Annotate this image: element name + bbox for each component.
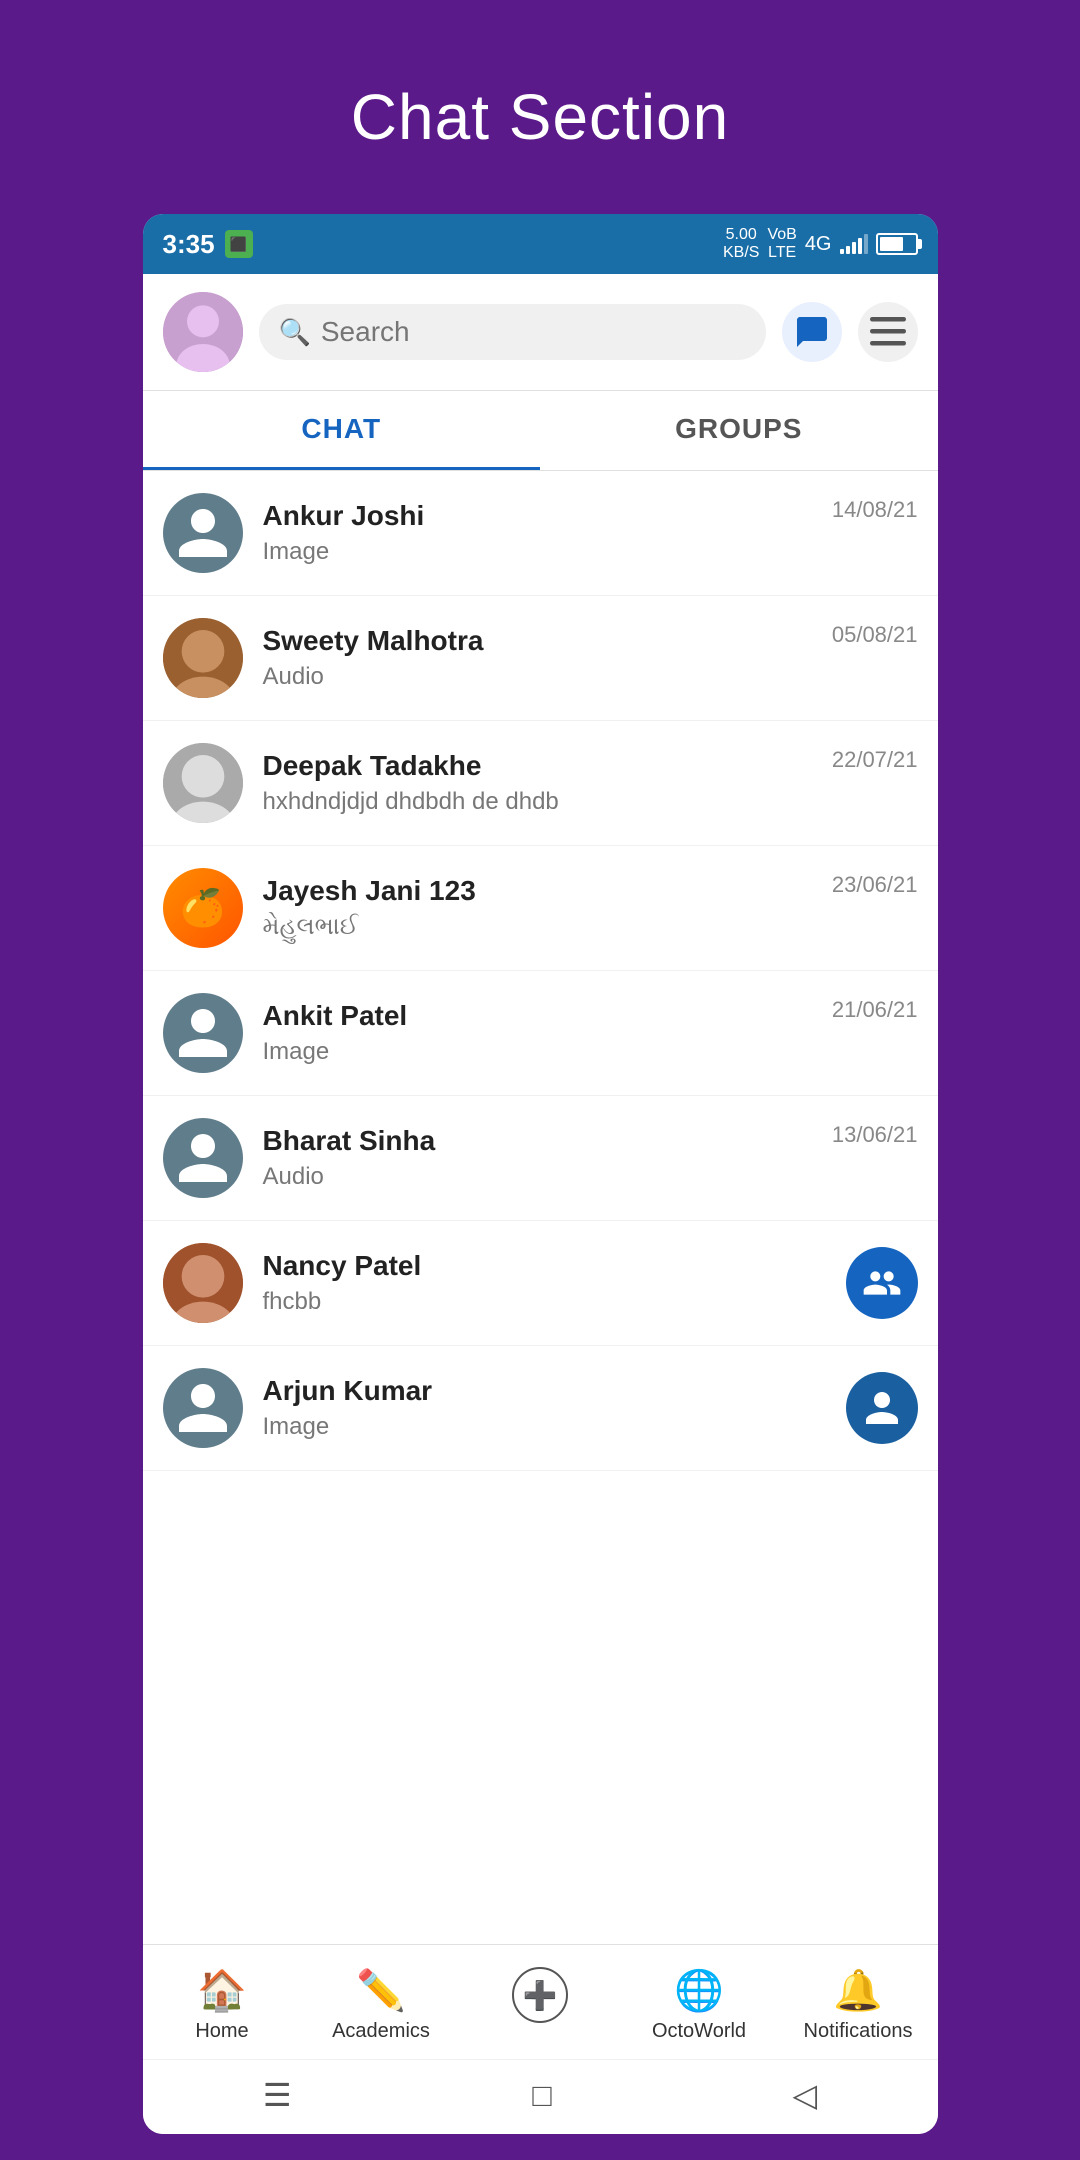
list-item[interactable]: Ankur Joshi Image 14/08/21	[143, 471, 938, 596]
chat-preview: hxhdndjdjd dhdbdh de dhdb	[263, 788, 832, 816]
list-item[interactable]: Sweety Malhotra Audio 05/08/21	[143, 596, 938, 721]
chat-name: Ankit Patel	[263, 1000, 832, 1032]
menu-button[interactable]	[858, 302, 918, 362]
nav-label-notifications: Notifications	[804, 2020, 913, 2043]
network-indicator: VoB LTE	[767, 226, 796, 261]
chat-preview: Image	[263, 538, 832, 566]
nav-label-academics: Academics	[332, 2020, 430, 2043]
nav-item-home[interactable]: 🏠 Home	[143, 1961, 302, 2049]
chat-time: 22/07/21	[832, 747, 918, 773]
avatar	[163, 743, 243, 823]
status-bar: 3:35 ⬛ 5.00 KB/S VoB LTE 4G	[143, 214, 938, 274]
signal-icon	[840, 234, 868, 254]
nav-label-octoworld: OctoWorld	[652, 2020, 746, 2043]
chat-time: 21/06/21	[832, 997, 918, 1023]
octoworld-icon: 🌐	[674, 1967, 724, 2014]
chat-name: Nancy Patel	[263, 1250, 836, 1282]
chat-name: Deepak Tadakhe	[263, 750, 832, 782]
avatar	[163, 1243, 243, 1323]
sys-menu-icon[interactable]: ☰	[263, 2076, 292, 2114]
nav-label-home: Home	[195, 2020, 248, 2043]
chat-info: Bharat Sinha Audio	[263, 1125, 832, 1191]
chat-time: 14/08/21	[832, 497, 918, 523]
chat-time: 13/06/21	[832, 1122, 918, 1148]
avatar	[163, 493, 243, 573]
system-nav-bar: ☰ □ ◁	[143, 2059, 938, 2134]
list-item[interactable]: Deepak Tadakhe hxhdndjdjd dhdbdh de dhdb…	[143, 721, 938, 846]
list-item[interactable]: Arjun Kumar Image	[143, 1346, 938, 1471]
list-item[interactable]: 🍊 Jayesh Jani 123 મેહુલભાઈ 23/06/21	[143, 846, 938, 971]
app-header: 🔍	[143, 274, 938, 391]
list-item[interactable]: Ankit Patel Image 21/06/21	[143, 971, 938, 1096]
tabs-container: CHAT GROUPS	[143, 391, 938, 471]
chat-info: Jayesh Jani 123 મેહુલભાઈ	[263, 875, 832, 941]
speed-indicator: 5.00 KB/S	[723, 226, 759, 261]
avatar[interactable]	[163, 292, 243, 372]
chat-name: Arjun Kumar	[263, 1375, 836, 1407]
chat-name: Bharat Sinha	[263, 1125, 832, 1157]
chat-time: 05/08/21	[832, 622, 918, 648]
chat-info: Ankit Patel Image	[263, 1000, 832, 1066]
tab-groups[interactable]: GROUPS	[540, 391, 938, 470]
chat-preview: Image	[263, 1038, 832, 1066]
nav-item-octoworld[interactable]: 🌐 OctoWorld	[620, 1961, 779, 2049]
chat-list: Ankur Joshi Image 14/08/21 Sweety Malhot…	[143, 471, 938, 1944]
phone-frame: 3:35 ⬛ 5.00 KB/S VoB LTE 4G	[143, 214, 938, 2134]
avatar	[163, 1368, 243, 1448]
home-icon: 🏠	[197, 1967, 247, 2014]
group-fab-button[interactable]	[846, 1247, 918, 1319]
bottom-nav: 🏠 Home ✏️ Academics ➕ 🌐 OctoWorld 🔔 Noti…	[143, 1944, 938, 2059]
search-icon: 🔍	[279, 317, 311, 348]
chat-time: 23/06/21	[832, 872, 918, 898]
add-icon: ➕	[512, 1967, 568, 2023]
chat-bubble-button[interactable]	[782, 302, 842, 362]
search-input[interactable]	[321, 316, 746, 348]
battery-icon	[876, 233, 918, 255]
avatar	[163, 1118, 243, 1198]
list-item[interactable]: Bharat Sinha Audio 13/06/21	[143, 1096, 938, 1221]
tab-chat[interactable]: CHAT	[143, 391, 541, 470]
chat-name: Sweety Malhotra	[263, 625, 832, 657]
search-bar[interactable]: 🔍	[259, 304, 766, 360]
chat-info: Sweety Malhotra Audio	[263, 625, 832, 691]
chat-preview: fhcbb	[263, 1288, 836, 1316]
list-item[interactable]: Nancy Patel fhcbb	[143, 1221, 938, 1346]
nav-item-academics[interactable]: ✏️ Academics	[302, 1961, 461, 2049]
chat-name: Jayesh Jani 123	[263, 875, 832, 907]
notifications-icon: 🔔	[833, 1967, 883, 2014]
status-time: 3:35	[163, 229, 215, 260]
chat-preview: Image	[263, 1413, 836, 1441]
status-icon: ⬛	[225, 230, 253, 258]
academics-icon: ✏️	[356, 1967, 406, 2014]
chat-preview: મેહુલભાઈ	[263, 913, 832, 941]
avatar	[163, 618, 243, 698]
chat-preview: Audio	[263, 1163, 832, 1191]
chat-preview: Audio	[263, 663, 832, 691]
nav-item-add[interactable]: ➕	[461, 1961, 620, 2049]
network-type: 4G	[805, 233, 832, 256]
sys-home-icon[interactable]: □	[532, 2077, 551, 2114]
avatar	[163, 993, 243, 1073]
avatar: 🍊	[163, 868, 243, 948]
chat-info: Arjun Kumar Image	[263, 1375, 836, 1441]
chat-info: Ankur Joshi Image	[263, 500, 832, 566]
sys-back-icon[interactable]: ◁	[792, 2076, 817, 2114]
chat-info: Deepak Tadakhe hxhdndjdjd dhdbdh de dhdb	[263, 750, 832, 816]
nav-item-notifications[interactable]: 🔔 Notifications	[779, 1961, 938, 2049]
chat-name: Ankur Joshi	[263, 500, 832, 532]
chat-info: Nancy Patel fhcbb	[263, 1250, 836, 1316]
person-fab-button[interactable]	[846, 1372, 918, 1444]
page-title: Chat Section	[351, 80, 729, 154]
